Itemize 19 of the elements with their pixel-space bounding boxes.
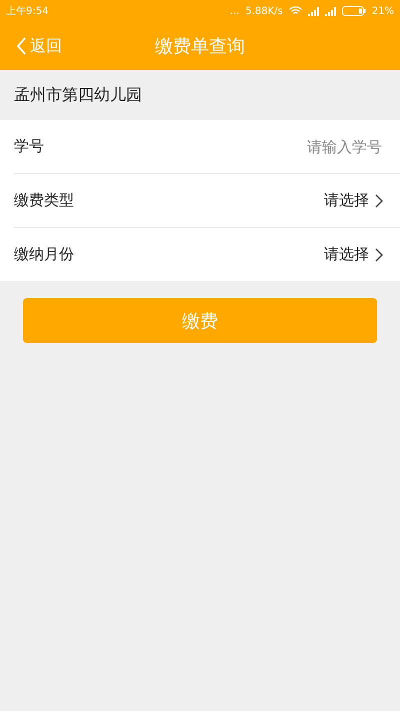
page-title: 缴费单查询	[155, 35, 245, 58]
field-label: 缴纳月份	[14, 245, 75, 264]
network-speed: 5.88K/s	[245, 6, 283, 16]
chevron-right-icon	[375, 194, 384, 208]
input-field[interactable]: 请输入学号	[240, 136, 384, 156]
battery-level: 21%	[372, 6, 394, 16]
chevron-left-icon	[16, 37, 27, 55]
battery-icon	[342, 6, 366, 16]
field-label: 缴费类型	[14, 191, 75, 210]
field-label: 学号	[14, 137, 45, 156]
signal-icon	[324, 6, 336, 16]
status-dots: ...	[230, 6, 240, 16]
wifi-icon	[288, 6, 302, 16]
select-field[interactable]: 请选择	[324, 191, 384, 210]
chevron-right-icon	[375, 248, 384, 262]
signal-icon	[308, 6, 319, 16]
select-field[interactable]: 请选择	[324, 245, 384, 264]
status-time: 上午9:54	[6, 4, 48, 18]
school-name: 孟州市第四幼儿园	[13, 84, 143, 106]
